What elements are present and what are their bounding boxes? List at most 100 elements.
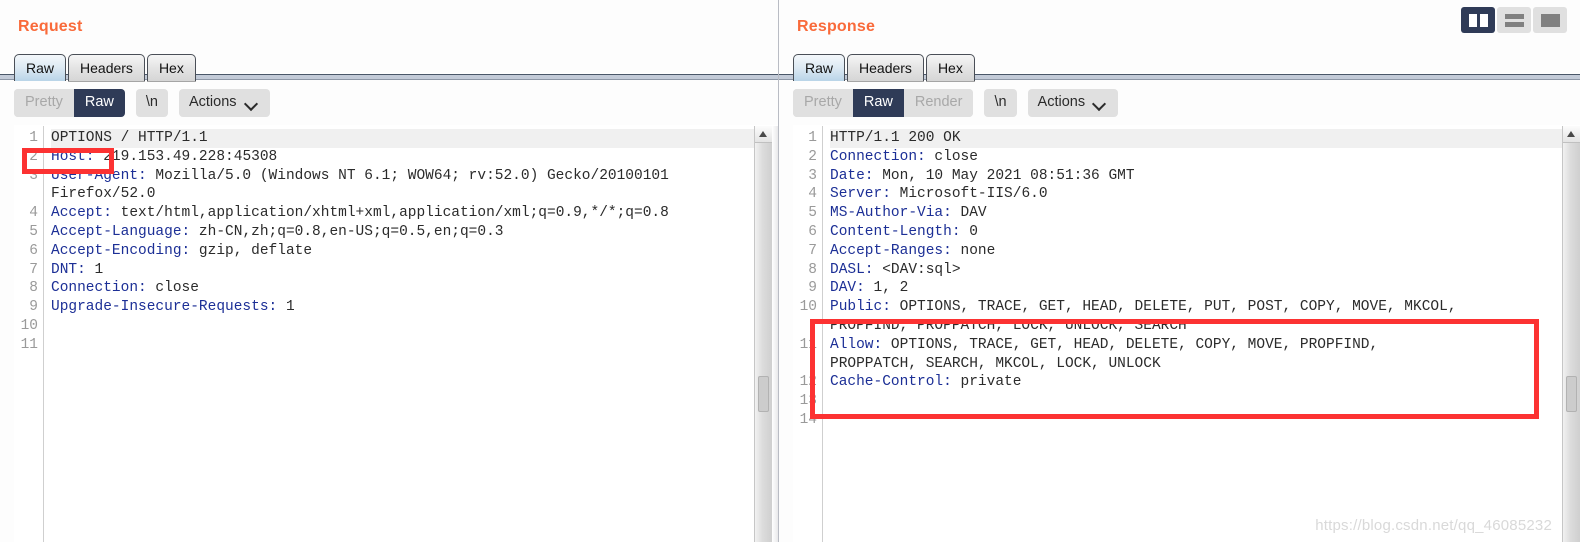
response-toolbar: Pretty Raw Render \n Actions <box>779 81 1580 125</box>
line-number: 6 <box>29 242 38 259</box>
request-vertical-scrollbar[interactable] <box>754 126 772 542</box>
response-tab-raw[interactable]: Raw <box>793 54 846 81</box>
code-line: Accept-Language: zh-CN,zh;q=0.8,en-US;q=… <box>51 223 754 242</box>
line-number: 3 <box>29 167 38 184</box>
layout-single-button[interactable] <box>1533 7 1567 33</box>
chevron-down-icon <box>1093 99 1106 107</box>
header-name: Connection: <box>830 148 926 165</box>
header-value <box>830 412 839 428</box>
response-editor-wrap: 1 2 3 4 5 6 7 8 9 10 11 12 13 14 HTTP/1.1 200 OK Con… <box>793 125 1580 542</box>
header-value: zh-CN,zh;q=0.8,en-US;q=0.5,en;q=0.3 <box>190 223 504 240</box>
header-name: Accept-Ranges: <box>830 242 952 259</box>
response-tab-hex[interactable]: Hex <box>925 54 975 81</box>
header-value: PROPPATCH, SEARCH, MKCOL, LOCK, UNLOCK <box>830 355 1161 372</box>
header-value: PROPFIND, PROPPATCH, LOCK, UNLOCK, SEARC… <box>830 317 1187 334</box>
header-value <box>51 337 60 353</box>
line-number: 4 <box>29 205 38 222</box>
response-raw-button[interactable]: Raw <box>852 89 904 117</box>
chevron-down-icon <box>245 99 258 107</box>
header-value: Microsoft-IIS/6.0 <box>890 186 1048 203</box>
code-line: MS-Author-Via: DAV <box>830 204 1562 223</box>
header-value: Mon, 10 May 2021 08:51:36 GMT <box>873 167 1135 184</box>
line-number: 7 <box>808 242 817 259</box>
header-value: 0 <box>960 223 978 240</box>
line-number <box>14 185 38 204</box>
line-number: 11 <box>799 336 817 353</box>
line-number: 1 <box>808 130 817 146</box>
code-line: HTTP/1.1 200 OK <box>830 129 1562 148</box>
request-tab-headers[interactable]: Headers <box>68 54 145 81</box>
code-line: PROPPATCH, SEARCH, MKCOL, LOCK, UNLOCK <box>830 355 1562 374</box>
line-number <box>793 317 817 336</box>
request-newline-button[interactable]: \n <box>135 89 168 117</box>
line-number: 11 <box>20 336 38 353</box>
response-newline-button[interactable]: \n <box>984 89 1017 117</box>
scroll-up-arrow-icon[interactable] <box>1563 126 1580 143</box>
response-tabstrip: Raw Headers Hex <box>779 47 1580 81</box>
response-pretty-button[interactable]: Pretty <box>793 89 853 117</box>
code-line <box>830 411 1562 430</box>
split-vertical-icon <box>1468 13 1488 27</box>
header-name: MS-Author-Via: <box>830 205 952 222</box>
line-number: 9 <box>808 280 817 297</box>
response-render-button[interactable]: Render <box>903 89 974 117</box>
code-line <box>51 336 754 355</box>
request-raw-button[interactable]: Raw <box>73 89 125 117</box>
code-line: PROPFIND, PROPPATCH, LOCK, UNLOCK, SEARC… <box>830 317 1562 336</box>
code-line <box>51 317 754 336</box>
line-number: 10 <box>20 317 38 334</box>
request-editor-wrap: 123 4 5 6 7 8 9 10 11 OPTIONS / HTTP/1.1 Host: 2… <box>14 125 778 542</box>
header-value: Mozilla/5.0 (Windows NT 6.1; WOW64; rv:5… <box>146 167 669 184</box>
layout-stacked-button[interactable] <box>1497 7 1531 33</box>
line-number <box>793 355 817 374</box>
scroll-up-arrow-icon[interactable] <box>755 126 772 143</box>
code-line: Cache-Control: private <box>830 373 1562 392</box>
response-actions-button[interactable]: Actions <box>1027 89 1119 117</box>
header-value: text/html,application/xhtml+xml,applicat… <box>111 205 669 222</box>
header-name: DNT: <box>51 261 86 278</box>
header-value <box>830 393 839 409</box>
layout-side-by-side-button[interactable] <box>1461 7 1495 33</box>
header-value <box>51 318 60 334</box>
request-tab-hex[interactable]: Hex <box>146 54 196 81</box>
request-actions-button[interactable]: Actions <box>178 89 270 117</box>
response-tab-headers[interactable]: Headers <box>847 54 924 81</box>
header-value: 1, 2 <box>864 280 909 297</box>
line-number: 3 <box>808 167 817 184</box>
response-actions-label: Actions <box>1037 94 1086 110</box>
code-line: User-Agent: Mozilla/5.0 (Windows NT 6.1;… <box>51 167 754 186</box>
line-number: 7 <box>29 261 38 278</box>
request-code[interactable]: OPTIONS / HTTP/1.1 Host: 219.153.49.228:4… <box>44 126 754 542</box>
line-number: 4 <box>808 186 817 203</box>
response-editor[interactable]: 1 2 3 4 5 6 7 8 9 10 11 12 13 14 HTTP/1.1 200 OK Con… <box>793 126 1562 542</box>
request-editor[interactable]: 123 4 5 6 7 8 9 10 11 OPTIONS / HTTP/1.1 Host: 2… <box>14 126 754 542</box>
header-name: Accept: <box>51 205 112 222</box>
header-name: Accept-Language: <box>51 223 191 240</box>
code-line: Connection: close <box>51 279 754 298</box>
code-line: DAV: 1, 2 <box>830 279 1562 298</box>
line-number: 8 <box>29 280 38 297</box>
burp-message-editor: Request Raw Headers Hex Pretty Raw \n Ac… <box>0 0 1580 542</box>
code-line: Allow: OPTIONS, TRACE, GET, HEAD, DELETE… <box>830 336 1562 355</box>
response-vertical-scrollbar[interactable] <box>1562 126 1580 542</box>
code-line: Date: Mon, 10 May 2021 08:51:36 GMT <box>830 167 1562 186</box>
response-scroll-thumb[interactable] <box>1566 376 1577 412</box>
line-number: 2 <box>29 148 38 165</box>
request-view-segmented: Pretty Raw <box>14 89 125 117</box>
response-panel: Response Raw Headers Hex Pretty Raw Rend… <box>779 0 1580 542</box>
response-panel-title: Response <box>797 18 876 35</box>
line-number: 8 <box>808 261 817 278</box>
request-panel-edge <box>772 126 778 542</box>
line-number: 1 <box>29 130 38 146</box>
code-line: Upgrade-Insecure-Requests: 1 <box>51 298 754 317</box>
header-value: OPTIONS / HTTP/1.1 <box>51 130 208 146</box>
header-value: close <box>146 280 199 297</box>
code-line: Server: Microsoft-IIS/6.0 <box>830 185 1562 204</box>
request-pretty-button[interactable]: Pretty <box>14 89 74 117</box>
line-number: 6 <box>808 223 817 240</box>
request-scroll-thumb[interactable] <box>758 376 769 412</box>
response-code[interactable]: HTTP/1.1 200 OK Connection: close Date: Mo… <box>823 126 1562 542</box>
request-tab-raw[interactable]: Raw <box>14 54 67 81</box>
line-number: 9 <box>29 299 38 316</box>
header-value: 1 <box>277 299 295 316</box>
